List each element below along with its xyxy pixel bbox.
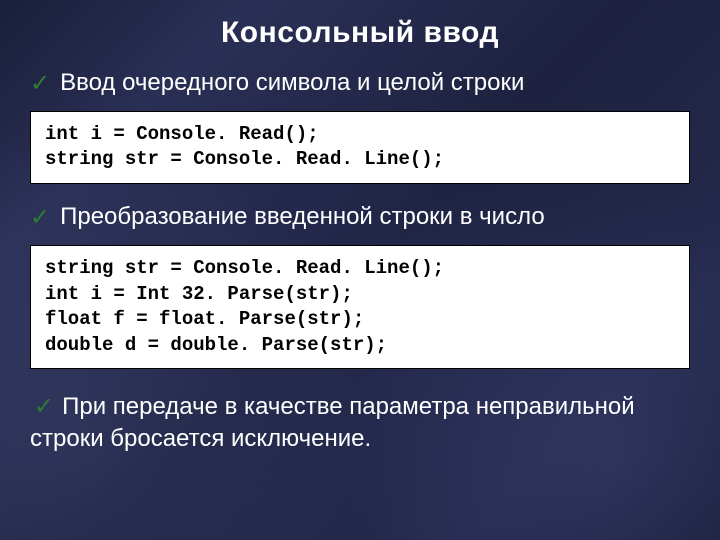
code-block-2: string str = Console. Read. Line(); int … [30,245,690,370]
code-block-1: int i = Console. Read(); string str = Co… [30,111,690,184]
bullet-1: ✓ Ввод очередного символа и целой строки [30,68,690,99]
bullet-3-text: При передаче в качестве параметра неправ… [30,393,635,451]
check-icon: ✓ [30,70,50,99]
bullet-3: ✓При передаче в качестве параметра непра… [30,391,690,453]
bullet-1-text: Ввод очередного символа и целой строки [60,68,690,98]
check-icon: ✓ [34,393,54,420]
check-icon: ✓ [30,204,50,233]
slide-title: Консольный ввод [30,16,690,50]
slide: Консольный ввод ✓ Ввод очередного символ… [0,0,720,540]
bullet-2: ✓ Преобразование введенной строки в числ… [30,202,690,233]
bullet-2-text: Преобразование введенной строки в число [60,202,690,232]
